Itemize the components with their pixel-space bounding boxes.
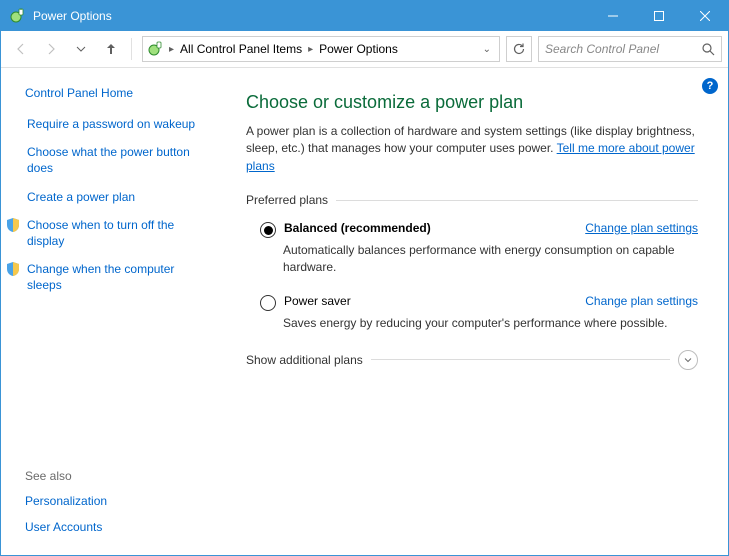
see-also-link-label: Personalization xyxy=(25,493,107,509)
plan-power-saver: Power saver Change plan settings Saves e… xyxy=(260,294,698,332)
sidebar: Control Panel Home Require a password on… xyxy=(1,68,216,555)
additional-plans-header[interactable]: Show additional plans xyxy=(246,350,698,370)
titlebar: Power Options xyxy=(1,1,728,31)
divider xyxy=(371,359,670,360)
sidebar-link-require-password[interactable]: Require a password on wakeup xyxy=(25,116,210,132)
sidebar-link-label: Create a power plan xyxy=(27,189,135,205)
preferred-plans-label: Preferred plans xyxy=(246,193,328,207)
see-also-link-label: User Accounts xyxy=(25,519,102,535)
see-also-personalization[interactable]: Personalization xyxy=(25,493,210,509)
plan-radio-power-saver[interactable] xyxy=(260,295,276,311)
up-button[interactable] xyxy=(97,35,125,63)
plan-desc-balanced: Automatically balances performance with … xyxy=(283,242,698,276)
breadcrumb-seg-power-options[interactable]: Power Options xyxy=(315,42,402,56)
sidebar-link-create-plan[interactable]: Create a power plan xyxy=(25,189,210,205)
help-icon[interactable]: ? xyxy=(702,78,718,94)
search-icon xyxy=(702,43,715,56)
plan-desc-power-saver: Saves energy by reducing your computer's… xyxy=(283,315,698,332)
chevron-right-icon[interactable]: ▸ xyxy=(167,44,176,55)
divider xyxy=(336,200,698,201)
breadcrumb-seg-all-items[interactable]: All Control Panel Items xyxy=(176,42,306,56)
sidebar-link-turn-off-display[interactable]: Choose when to turn off the display xyxy=(25,217,210,249)
sidebar-link-label: Choose what the power button does xyxy=(27,144,210,176)
see-also-user-accounts[interactable]: User Accounts xyxy=(25,519,210,535)
navbar: ▸ All Control Panel Items ▸ Power Option… xyxy=(1,31,728,68)
plan-balanced: Balanced (recommended) Change plan setti… xyxy=(260,221,698,276)
search-placeholder: Search Control Panel xyxy=(545,42,702,56)
close-button[interactable] xyxy=(682,1,728,31)
shield-icon xyxy=(5,217,21,233)
change-plan-settings-balanced[interactable]: Change plan settings xyxy=(585,221,698,235)
see-also-label: See also xyxy=(25,469,210,483)
page-description: A power plan is a collection of hardware… xyxy=(246,123,698,175)
breadcrumb[interactable]: ▸ All Control Panel Items ▸ Power Option… xyxy=(142,36,500,62)
nav-separator xyxy=(131,38,132,60)
control-panel-home-link[interactable]: Control Panel Home xyxy=(25,86,210,100)
additional-plans-label: Show additional plans xyxy=(246,353,363,367)
page-title: Choose or customize a power plan xyxy=(246,92,698,113)
sidebar-link-computer-sleeps[interactable]: Change when the computer sleeps xyxy=(25,261,210,293)
change-plan-settings-power-saver[interactable]: Change plan settings xyxy=(585,294,698,308)
breadcrumb-history-dropdown[interactable]: ⌄ xyxy=(479,44,495,55)
back-button[interactable] xyxy=(7,35,35,63)
recent-dropdown[interactable] xyxy=(67,35,95,63)
breadcrumb-icon xyxy=(147,41,163,57)
sidebar-link-label: Choose when to turn off the display xyxy=(27,217,210,249)
plan-name-power-saver[interactable]: Power saver xyxy=(284,294,351,308)
plan-radio-balanced[interactable] xyxy=(260,222,276,238)
sidebar-link-power-button[interactable]: Choose what the power button does xyxy=(25,144,210,176)
sidebar-link-label: Change when the computer sleeps xyxy=(27,261,210,293)
expand-additional-plans-button[interactable] xyxy=(678,350,698,370)
refresh-button[interactable] xyxy=(506,36,532,62)
forward-button[interactable] xyxy=(37,35,65,63)
search-input[interactable]: Search Control Panel xyxy=(538,36,722,62)
plan-name-balanced[interactable]: Balanced (recommended) xyxy=(284,221,431,235)
main-panel: Choose or customize a power plan A power… xyxy=(216,68,728,555)
window-title: Power Options xyxy=(33,9,590,23)
preferred-plans-header: Preferred plans xyxy=(246,193,698,207)
chevron-right-icon[interactable]: ▸ xyxy=(306,44,315,55)
minimize-button[interactable] xyxy=(590,1,636,31)
sidebar-link-label: Require a password on wakeup xyxy=(27,116,195,132)
maximize-button[interactable] xyxy=(636,1,682,31)
shield-icon xyxy=(5,261,21,277)
app-icon xyxy=(9,8,25,24)
content-area: ? Control Panel Home Require a password … xyxy=(1,68,728,555)
window: Power Options xyxy=(0,0,729,556)
